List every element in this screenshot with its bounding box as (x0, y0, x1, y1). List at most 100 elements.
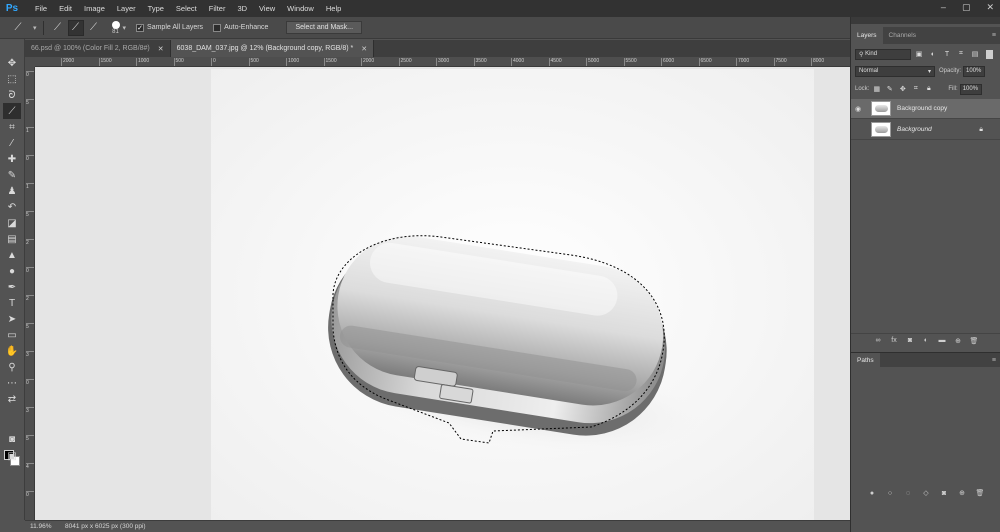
stroke-path-icon[interactable]: ○ (884, 490, 896, 497)
menu-file[interactable]: File (29, 4, 53, 13)
brush-preset-picker[interactable]: 81 (111, 20, 120, 35)
ruler-tick-label: 0 (211, 58, 216, 66)
tab-66-psd[interactable]: 66.psd @ 100% (Color Fill 2, RGB/8#) ✕ (25, 40, 171, 57)
menu-filter[interactable]: Filter (203, 4, 232, 13)
panel-menu-icon[interactable]: ≡ (992, 357, 996, 364)
lock-image-icon[interactable]: ✎ (884, 84, 895, 95)
crop-tool-icon[interactable]: ⌗ (3, 119, 21, 135)
history-brush-tool-icon[interactable]: ↶ (3, 199, 21, 215)
new-path-icon[interactable]: ⊕ (956, 489, 968, 497)
kind-filter-select[interactable]: ⚲ Kind (855, 48, 911, 60)
link-layers-icon[interactable]: ∞ (872, 337, 884, 344)
move-tool-icon[interactable]: ✥ (3, 55, 21, 71)
ruler-tick-label: 5500 (623, 58, 637, 66)
blur-tool-icon[interactable]: ▲ (3, 247, 21, 263)
add-mask-icon[interactable]: ◙ (938, 490, 950, 497)
add-mask-icon[interactable]: ◙ (904, 337, 916, 344)
quick-selection-tool-icon[interactable]: ⟋ (3, 103, 21, 119)
close-tab-icon[interactable]: ✕ (361, 45, 367, 53)
adjustment-filter-icon[interactable]: ◐ (927, 49, 939, 60)
minimize-icon[interactable]: – (941, 2, 946, 13)
new-group-icon[interactable]: ▬ (936, 337, 948, 344)
lock-artboard-icon[interactable]: ⌗ (910, 84, 921, 95)
menu-select[interactable]: Select (170, 4, 203, 13)
fill-path-icon[interactable]: ● (866, 490, 878, 497)
brush-size: 81 (112, 28, 119, 35)
adjustment-layer-icon[interactable]: ◐ (920, 337, 932, 344)
brush-tool-icon[interactable]: ✎ (3, 167, 21, 183)
subtract-from-selection-mode-icon[interactable]: ⟋ (86, 20, 102, 36)
marquee-tool-icon[interactable]: ⬚ (3, 71, 21, 87)
menu-edit[interactable]: Edit (53, 4, 78, 13)
blend-row: Normal ▾ Opacity: 100% (855, 65, 997, 77)
path-selection-tool-icon[interactable]: ➤ (3, 311, 21, 327)
layer-style-icon[interactable]: fx (888, 337, 900, 344)
ruler-tick-label: 500 (248, 58, 259, 66)
fill-label: Fill: (948, 86, 958, 92)
rectangle-tool-icon[interactable]: ▭ (3, 327, 21, 343)
hand-tool-icon[interactable]: ✋ (3, 343, 21, 359)
menu-view[interactable]: View (253, 4, 281, 13)
layer-row-background[interactable]: Background 🔒︎ (851, 120, 1000, 140)
zoom-level[interactable]: 11.96% (25, 523, 55, 530)
pen-tool-icon[interactable]: ✒ (3, 279, 21, 295)
menu-layer[interactable]: Layer (111, 4, 142, 13)
eye-icon[interactable]: ◉ (851, 105, 865, 113)
menu-window[interactable]: Window (281, 4, 320, 13)
quick-mask-icon[interactable]: ◙ (3, 431, 21, 447)
add-to-selection-mode-icon[interactable]: ⟋ (67, 19, 84, 36)
smart-object-filter-icon[interactable]: ▤ (969, 49, 981, 60)
menu-type[interactable]: Type (142, 4, 170, 13)
lock-position-icon[interactable]: ✥ (897, 84, 908, 95)
lasso-tool-icon[interactable]: ᘐ (3, 87, 21, 103)
more-tools-icon[interactable]: ⋯ (3, 375, 21, 391)
new-layer-icon[interactable]: ⊕ (952, 337, 964, 345)
layer-row-background-copy[interactable]: ◉ Background copy (851, 99, 1000, 119)
auto-enhance-checkbox[interactable]: Auto-Enhance (213, 23, 268, 32)
lock-all-icon[interactable]: 🔒︎ (923, 84, 934, 95)
type-filter-icon[interactable]: T (941, 49, 953, 60)
quick-selection-icon[interactable]: ⟋ (6, 20, 30, 36)
tab-6038-dam-037[interactable]: 6038_DAM_037.jpg @ 12% (Background copy,… (170, 40, 375, 57)
tab-layers[interactable]: Layers (851, 27, 883, 44)
load-selection-icon[interactable]: ◌ (902, 490, 914, 497)
panel-menu-icon[interactable]: ≡ (992, 32, 996, 39)
close-tab-icon[interactable]: ✕ (158, 45, 164, 53)
new-selection-mode-icon[interactable]: ⟋ (50, 20, 66, 36)
layer-name[interactable]: Background copy (897, 105, 947, 112)
document-canvas[interactable] (211, 69, 814, 520)
trash-icon[interactable]: 🗑︎ (968, 337, 980, 345)
blend-mode-select[interactable]: Normal ▾ (855, 65, 935, 77)
chevron-down-icon[interactable]: ▾ (33, 24, 37, 32)
make-path-icon[interactable]: ◇ (920, 489, 932, 497)
lock-transparent-icon[interactable]: ▦ (871, 84, 882, 95)
type-tool-icon[interactable]: T (3, 295, 21, 311)
screen-mode-icon[interactable]: ▣ (3, 448, 21, 464)
tab-paths[interactable]: Paths (851, 352, 880, 368)
gradient-tool-icon[interactable]: ▤ (3, 231, 21, 247)
menu-image[interactable]: Image (78, 4, 111, 13)
select-and-mask-button[interactable]: Select and Mask... (286, 21, 363, 34)
healing-brush-tool-icon[interactable]: ✚ (3, 151, 21, 167)
clone-stamp-tool-icon[interactable]: ♟ (3, 183, 21, 199)
opacity-input[interactable]: 100% (963, 65, 986, 77)
maximize-icon[interactable]: ▢ (962, 2, 971, 13)
zoom-tool-icon[interactable]: ⚲ (3, 359, 21, 375)
pixel-filter-icon[interactable]: ▣ (913, 49, 925, 60)
layer-name[interactable]: Background (897, 126, 932, 133)
menu-help[interactable]: Help (320, 4, 347, 13)
ruler-tick-label: 5 (26, 99, 34, 106)
fill-input[interactable]: 100% (959, 83, 982, 95)
eraser-tool-icon[interactable]: ◪ (3, 215, 21, 231)
eyedropper-tool-icon[interactable]: ⁄ (3, 135, 21, 151)
dodge-tool-icon[interactable]: ● (3, 263, 21, 279)
filter-toggle[interactable] (986, 49, 993, 59)
chevron-down-icon[interactable]: ▾ (123, 24, 127, 32)
swap-colors-icon[interactable]: ⇄ (3, 391, 21, 407)
trash-icon[interactable]: 🗑︎ (974, 489, 986, 497)
close-icon[interactable]: ✕ (986, 2, 994, 13)
tab-channels[interactable]: Channels (883, 27, 922, 44)
shape-filter-icon[interactable]: ⌗ (955, 49, 967, 60)
menu-3d[interactable]: 3D (231, 4, 253, 13)
sample-all-layers-checkbox[interactable]: ✓ Sample All Layers (136, 23, 203, 32)
